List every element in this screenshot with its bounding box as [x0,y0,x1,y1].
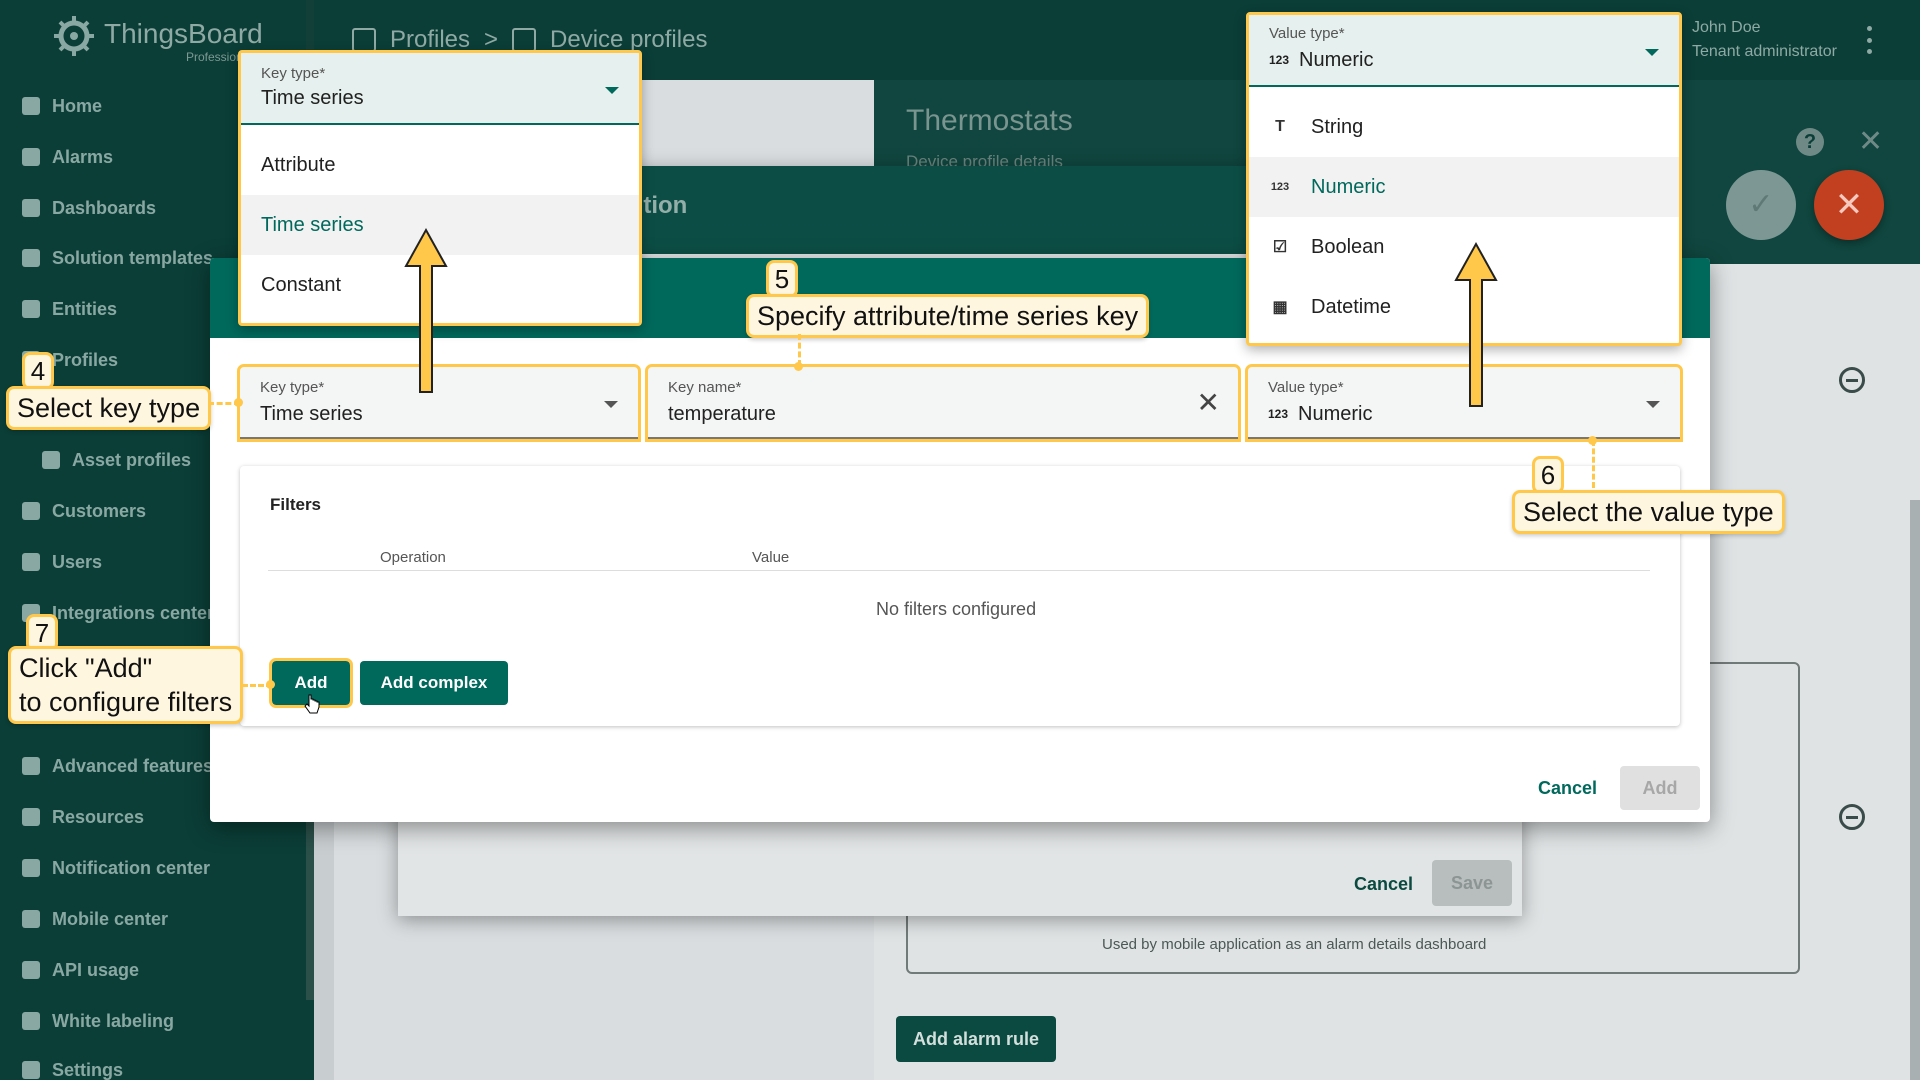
entities-icon [22,300,40,318]
tools-icon [22,757,40,775]
discard-changes-button[interactable]: ✕ [1814,170,1884,240]
connector-dot [1588,436,1597,445]
hand-cursor-icon [304,694,320,714]
connector-dot [794,362,803,371]
apply-changes-button[interactable]: ✓ [1726,170,1796,240]
text-icon: T [1275,118,1285,135]
user-info[interactable]: John Doe Tenant administrator [1692,16,1837,64]
value-type-dropdown-value: Numeric [1299,49,1374,71]
mobile-icon [22,910,40,928]
profiles-icon [352,28,376,52]
apps-icon [22,249,40,267]
mobile-dashboard-hint: Used by mobile application as an alarm d… [1102,936,1487,953]
empty-state-text: No filters configured [876,599,1037,619]
numeric-icon: 123 [1270,181,1290,193]
logo-gear-icon [54,16,94,56]
folder-icon [22,808,40,826]
checkbox-icon: ☑ [1272,239,1288,256]
details-subtitle: Device profile details [906,152,1063,166]
step-5-badge: 5 [766,260,798,298]
details-scrollbar[interactable] [1910,500,1920,1080]
key-type-dropdown-value: Time series [261,87,364,109]
up-arrow-icon [404,227,448,393]
key-name-label: Key name* [668,379,742,396]
up-arrow-icon [1454,241,1498,407]
more-vert-icon[interactable] [1864,26,1874,54]
chevron-down-icon [1646,401,1660,408]
value-type-dropdown-field[interactable]: Value type* 123 Numeric [1249,15,1679,87]
option-attribute[interactable]: Attribute [241,135,639,195]
logo-text: ThingsBoard [104,18,263,49]
sidebar-item-settings[interactable]: Settings [0,1052,300,1080]
help-icon[interactable]: ? [1796,128,1824,156]
key-type-label: Key type* [260,379,325,396]
numeric-icon: 123 [1269,53,1290,67]
callout-click-add: Click "Add" to configure filters [8,646,244,724]
user-icon [22,553,40,571]
divider [268,570,1650,571]
home-icon [22,97,40,115]
clear-icon[interactable]: ✕ [1197,389,1220,417]
user-name: John Doe [1692,19,1761,36]
step-6-badge: 6 [1532,456,1564,494]
remove-circle-icon[interactable] [1839,804,1865,830]
key-type-dropdown-field[interactable]: Key type* Time series [241,53,639,125]
user-role: Tenant administrator [1692,43,1837,60]
connector-dot [266,680,275,689]
chevron-down-icon [605,87,619,94]
sidebar-item-mobile-center[interactable]: Mobile center [0,899,300,939]
option-string[interactable]: T String [1249,97,1679,157]
key-type-value: Time series [260,403,363,425]
sidebar-item-notification-center[interactable]: Notification center [0,848,300,888]
value-type-label: Value type* [1268,379,1344,396]
key-name-value: temperature [668,403,776,425]
connector-dot [234,398,243,407]
settings-icon [22,1061,40,1079]
add-complex-filter-button[interactable]: Add complex [360,661,508,705]
cancel-button[interactable]: Cancel [1538,778,1597,799]
logo[interactable]: ThingsBoard Professional [52,14,263,64]
chart-icon [22,961,40,979]
callout-select-key-type: Select key type [6,386,212,430]
condition-save-button[interactable]: Save [1432,860,1512,906]
submit-add-button[interactable]: Add [1620,766,1700,810]
value-type-dropdown-label: Value type* [1269,25,1345,42]
asset-profile-icon [42,451,60,469]
warning-icon [22,148,40,166]
column-header-value: Value [752,549,790,566]
chevron-down-icon [604,401,618,408]
dashboard-icon [22,199,40,217]
brush-icon [22,1012,40,1030]
numeric-icon: 123 [1268,407,1289,421]
step-4-badge: 4 [22,352,54,390]
add-alarm-rule-button[interactable]: Add alarm rule [896,1016,1056,1062]
close-icon[interactable]: ✕ [1858,127,1883,157]
device-profile-icon [512,28,537,52]
callout-select-value-type: Select the value type [1512,490,1785,534]
key-type-dropdown-label: Key type* [261,65,326,82]
calendar-clock-icon: ▦ [1272,299,1288,316]
details-title: Thermostats [906,104,1073,137]
callout-specify-key: Specify attribute/time series key [746,294,1150,338]
condition-cancel-button[interactable]: Cancel [1354,874,1413,895]
key-name-input[interactable]: Key name* temperature ✕ [645,364,1241,442]
column-header-operation: Operation [380,549,446,566]
notification-icon [22,859,40,877]
value-type-value: Numeric [1298,403,1373,425]
option-numeric[interactable]: 123 Numeric [1249,157,1679,217]
chevron-down-icon [1645,49,1659,56]
sidebar-item-api-usage[interactable]: API usage [0,950,300,990]
remove-circle-icon[interactable] [1839,367,1865,393]
filters-title: Filters [270,495,322,514]
connector-line [1592,440,1595,488]
customers-icon [22,502,40,520]
sidebar-item-white-labeling[interactable]: White labeling [0,1001,300,1041]
